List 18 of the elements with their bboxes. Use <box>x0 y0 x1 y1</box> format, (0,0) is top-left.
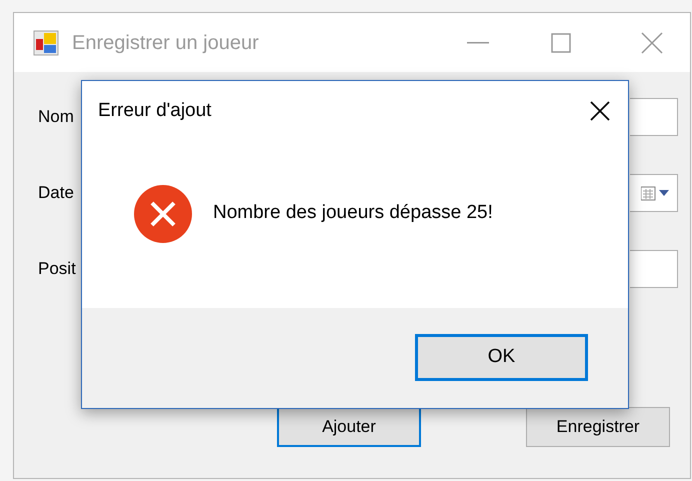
calendar-dropdown-icon <box>641 185 671 201</box>
text-field[interactable] <box>630 98 678 136</box>
save-button[interactable]: Enregistrer <box>526 407 670 447</box>
add-button[interactable]: Ajouter <box>277 407 421 447</box>
close-icon[interactable] <box>590 101 610 121</box>
field-label: Nom <box>38 106 74 128</box>
error-icon <box>134 184 192 242</box>
date-field[interactable] <box>630 174 678 212</box>
dialog-title: Erreur d'ajout <box>98 98 212 123</box>
ok-button[interactable]: OK <box>415 334 588 381</box>
minimize-icon[interactable] <box>467 42 489 44</box>
field-label: Posit <box>38 258 76 280</box>
window-title: Enregistrer un joueur <box>72 30 259 56</box>
app-icon <box>33 30 59 56</box>
maximize-icon[interactable] <box>551 32 571 52</box>
text-field[interactable] <box>630 250 678 288</box>
error-message: Nombre des joueurs dépasse 25! <box>213 201 493 226</box>
field-label: Date <box>38 182 74 204</box>
